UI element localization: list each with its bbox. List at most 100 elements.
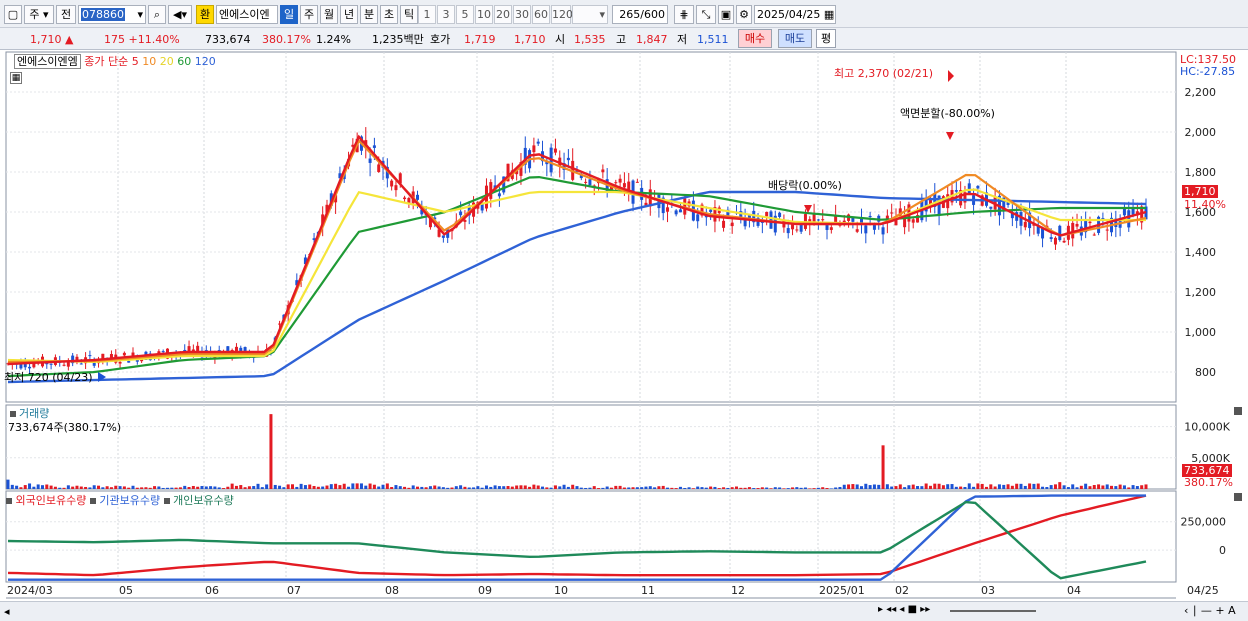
zoom-controls[interactable]: ‹ ∣ — + A bbox=[1184, 604, 1236, 617]
volume-bar bbox=[178, 487, 182, 489]
candle-body bbox=[441, 235, 445, 238]
volume-bar bbox=[640, 487, 644, 489]
volume-bar bbox=[105, 486, 109, 489]
volume-bar bbox=[170, 487, 174, 489]
scroll-left-icon[interactable]: ◂ bbox=[4, 605, 10, 618]
volume-bar bbox=[597, 488, 601, 489]
volume-bar bbox=[316, 486, 320, 489]
price-legend: 엔에스이엔엠 종가 단순 5 10 20 60 120 bbox=[14, 53, 216, 69]
stock-chart[interactable]: 2024/03 05 06 07 08 09 10 11 12 2025/01 02 03 04 04/2… bbox=[0, 0, 1248, 621]
volume-bar bbox=[549, 487, 553, 489]
volume-bar bbox=[209, 486, 213, 489]
volume-y-tick: 10,000K bbox=[1184, 421, 1230, 434]
candle-body bbox=[730, 222, 734, 227]
volume-bar bbox=[368, 483, 372, 489]
volume-bar bbox=[575, 486, 579, 489]
volume-bar bbox=[196, 486, 200, 489]
volume-bar bbox=[6, 479, 10, 489]
volume-bar bbox=[342, 483, 346, 489]
candle-body bbox=[459, 211, 463, 216]
volume-bar bbox=[704, 487, 708, 489]
volume-bar bbox=[1049, 485, 1053, 489]
volume-bar bbox=[898, 484, 902, 489]
candle-body bbox=[601, 169, 605, 173]
volume-bar bbox=[165, 487, 169, 489]
volume-bar bbox=[131, 485, 135, 489]
volume-bar bbox=[1118, 484, 1122, 489]
volume-bar bbox=[247, 486, 251, 489]
volume-bar bbox=[691, 488, 695, 489]
volume-bar bbox=[877, 484, 881, 489]
volume-bar bbox=[122, 486, 126, 489]
volume-bar bbox=[791, 487, 795, 489]
volume-bar bbox=[924, 483, 928, 489]
candle-body bbox=[1041, 228, 1045, 239]
volume-bar bbox=[191, 485, 195, 489]
volume-bar bbox=[278, 485, 282, 489]
volume-bar bbox=[329, 484, 333, 489]
volume-bar bbox=[1036, 483, 1040, 489]
volume-bar bbox=[946, 484, 950, 489]
volume-bar bbox=[355, 483, 359, 489]
volume-bar bbox=[446, 487, 450, 489]
volume-bar bbox=[653, 487, 657, 489]
volume-bar bbox=[1032, 483, 1036, 489]
volume-bar bbox=[528, 486, 532, 489]
volume-bar bbox=[1006, 484, 1010, 489]
volume-bar bbox=[696, 486, 700, 489]
price-y-tick: 2,000 bbox=[1185, 126, 1217, 139]
candle-body bbox=[674, 210, 678, 215]
chart-scrollbar[interactable]: ◂ ▸ ◂◂ ◂ ■ ▸▸ ‹ ∣ — + A bbox=[0, 601, 1248, 621]
volume-bar bbox=[269, 414, 273, 489]
candle-body bbox=[532, 145, 536, 153]
volume-bar bbox=[1075, 487, 1079, 489]
volume-bar bbox=[1019, 483, 1023, 489]
playback-controls[interactable]: ▸ ◂◂ ◂ ■ ▸▸ bbox=[878, 604, 930, 615]
volume-bar bbox=[252, 486, 256, 489]
low-annotation: 최저 720 (04/23) bbox=[4, 371, 93, 384]
x-tick-label: 09 bbox=[478, 584, 492, 597]
candle-body bbox=[584, 181, 588, 183]
candle-body bbox=[368, 158, 372, 163]
holdings-legend: 외국인보유수량 기관보유수량 개인보유수량 bbox=[6, 492, 234, 508]
volume-bar bbox=[157, 486, 161, 489]
volume-bar bbox=[282, 487, 286, 489]
volume-bar bbox=[187, 487, 191, 489]
volume-bar bbox=[1131, 485, 1135, 489]
volume-bar bbox=[286, 484, 290, 489]
zoom-slider[interactable] bbox=[950, 610, 1036, 612]
volume-bar bbox=[510, 486, 514, 489]
volume-bar bbox=[256, 483, 260, 489]
candle-body bbox=[864, 225, 868, 234]
volume-bar bbox=[390, 487, 394, 489]
volume-bar bbox=[980, 483, 984, 489]
volume-bar bbox=[1140, 485, 1144, 489]
candle-body bbox=[635, 181, 639, 183]
volume-bar bbox=[523, 485, 527, 489]
volume-bar bbox=[808, 488, 812, 489]
volume-bar bbox=[118, 486, 122, 489]
x-tick-label: 08 bbox=[385, 584, 399, 597]
volume-bar bbox=[1110, 485, 1114, 489]
volume-bar bbox=[851, 484, 855, 489]
volume-bar bbox=[683, 487, 687, 489]
volume-bar bbox=[398, 486, 402, 489]
volume-bar bbox=[834, 487, 838, 489]
volume-bar bbox=[359, 483, 363, 489]
candle-body bbox=[122, 352, 126, 356]
volume-bar bbox=[1122, 485, 1126, 489]
volume-bar bbox=[666, 487, 670, 489]
stock-legend-name[interactable]: 엔에스이엔엠 bbox=[14, 54, 81, 69]
volume-bar bbox=[592, 486, 596, 489]
volume-bar bbox=[571, 484, 575, 489]
individual-legend: 개인보유수량 bbox=[173, 494, 234, 507]
volume-bar bbox=[700, 487, 704, 489]
table-icon[interactable]: ▦ bbox=[10, 72, 22, 84]
volume-square-icon bbox=[10, 411, 16, 417]
volume-bar bbox=[674, 488, 678, 489]
volume-bar bbox=[45, 484, 49, 489]
volume-bar bbox=[411, 485, 415, 489]
ma-legend-20: 20 bbox=[159, 55, 174, 68]
candle-body bbox=[795, 229, 799, 231]
candle-body bbox=[678, 209, 682, 213]
